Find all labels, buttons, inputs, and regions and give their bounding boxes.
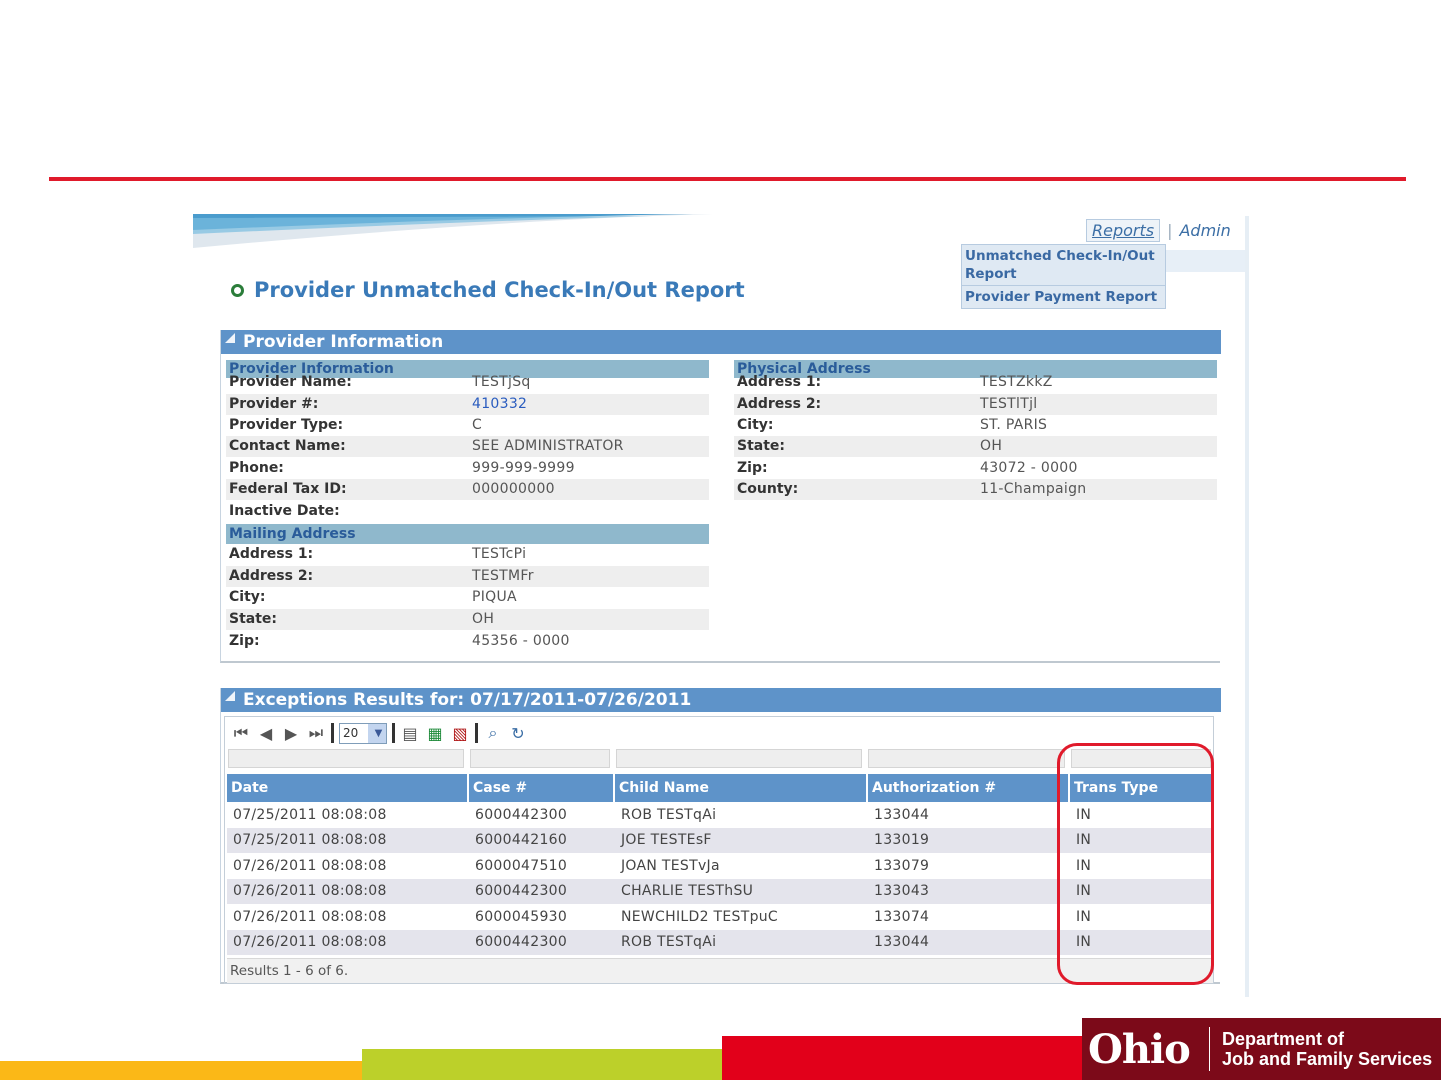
- nav-admin[interactable]: Admin: [1179, 221, 1230, 240]
- cell-case: 6000047510: [475, 858, 568, 874]
- exceptions-panel-header: Exceptions Results for: 07/17/2011-07/26…: [221, 688, 1221, 712]
- cell-date: 07/25/2011 08:08:08: [233, 807, 387, 823]
- trans-type-highlight-callout: [1057, 743, 1214, 985]
- field-contact-name: Contact Name: SEE ADMINISTRATOR: [226, 436, 709, 457]
- field-federal-tax-id: Federal Tax ID: 000000000: [226, 479, 709, 500]
- cell-child-name: NEWCHILD2 TESTpuC: [621, 909, 779, 925]
- cell-date: 07/26/2011 08:08:08: [233, 858, 387, 874]
- field-physical-county: County: 11-Champaign: [734, 479, 1217, 500]
- cell-case: 6000045930: [475, 909, 568, 925]
- field-inactive-date: Inactive Date:: [229, 503, 340, 519]
- cell-child-name: JOAN TESTvJa: [621, 858, 720, 874]
- cell-case: 6000442300: [475, 883, 568, 899]
- previous-page-icon[interactable]: ◀: [256, 723, 276, 743]
- field-physical-zip: Zip: 43072 - 0000: [737, 460, 1078, 476]
- field-mailing-city: City: PIQUA: [229, 589, 517, 605]
- cell-child-name: CHARLIE TESThSU: [621, 883, 754, 899]
- column-header-case[interactable]: Case #: [469, 774, 615, 802]
- field-mailing-state: State: OH: [226, 609, 709, 630]
- field-physical-address1: Address 1: TESTZkkZ: [737, 374, 1053, 390]
- cell-child-name: JOE TESTEsF: [621, 832, 712, 848]
- logo-divider: [1209, 1027, 1210, 1071]
- filter-date[interactable]: [228, 749, 464, 768]
- department-name: Department of Job and Family Services: [1222, 1029, 1432, 1069]
- provider-number-link[interactable]: 410332: [472, 394, 527, 415]
- cell-authorization: 133044: [874, 934, 930, 950]
- cell-child-name: ROB TESTqAi: [621, 807, 717, 823]
- cell-date: 07/25/2011 08:08:08: [233, 832, 387, 848]
- slide-red-rule: [49, 177, 1406, 181]
- toolbar-separator: [331, 723, 334, 743]
- export-pdf-icon[interactable]: ▧: [450, 723, 470, 743]
- department-line1: Department of: [1222, 1029, 1345, 1049]
- cell-authorization: 133019: [874, 832, 930, 848]
- cell-case: 6000442160: [475, 832, 568, 848]
- next-page-icon[interactable]: ▶: [281, 723, 301, 743]
- menu-item-unmatched-report[interactable]: Unmatched Check-In/Out Report: [962, 245, 1165, 285]
- refresh-icon[interactable]: ↻: [508, 723, 528, 743]
- field-physical-city: City: ST. PARIS: [737, 417, 1048, 433]
- field-physical-address2: Address 2: TESTlTjl: [734, 394, 1217, 415]
- top-nav: Reports | Admin: [1086, 218, 1231, 242]
- collapse-corner-icon[interactable]: [225, 691, 235, 701]
- column-header-date[interactable]: Date: [227, 774, 469, 802]
- cell-authorization: 133074: [874, 909, 930, 925]
- footer-band-red: [722, 1036, 1082, 1080]
- toolbar-separator: [392, 723, 395, 743]
- cell-authorization: 133043: [874, 883, 930, 899]
- field-mailing-address1: Address 1: TESTcPi: [229, 546, 527, 562]
- odjfs-logo: Ohio Department of Job and Family Servic…: [1082, 1018, 1441, 1080]
- collapse-corner-icon[interactable]: [225, 333, 235, 343]
- page-title: Provider Unmatched Check-In/Out Report: [231, 278, 745, 302]
- provider-panel-header: Provider Information: [221, 330, 1221, 354]
- filter-authorization[interactable]: [868, 749, 1065, 768]
- mailing-address-subheader: Mailing Address: [226, 524, 709, 544]
- footer-band-yellow: [0, 1061, 362, 1080]
- cell-case: 6000442300: [475, 807, 568, 823]
- export-text-icon[interactable]: ▤: [400, 723, 420, 743]
- nav-separator: |: [1167, 220, 1173, 240]
- field-mailing-address2: Address 2: TESTMFr: [226, 566, 709, 587]
- screenshot-edge: [1245, 216, 1249, 997]
- filter-child-name[interactable]: [616, 749, 862, 768]
- field-phone: Phone: 999-999-9999: [229, 460, 575, 476]
- field-mailing-zip: Zip: 45356 - 0000: [229, 633, 570, 649]
- cell-authorization: 133044: [874, 807, 930, 823]
- field-provider-number: Provider #: 410332: [226, 394, 709, 415]
- column-header-child-name[interactable]: Child Name: [615, 774, 868, 802]
- toolbar-separator: [475, 723, 478, 743]
- export-excel-icon[interactable]: ▦: [425, 723, 445, 743]
- header-swoosh: [193, 214, 713, 248]
- cell-case: 6000442300: [475, 934, 568, 950]
- field-provider-type: Provider Type: C: [229, 417, 483, 433]
- column-header-authorization[interactable]: Authorization #: [868, 774, 1070, 802]
- menu-item-payment-report[interactable]: Provider Payment Report: [962, 285, 1165, 308]
- ohio-wordmark: Ohio: [1088, 1025, 1191, 1073]
- cell-authorization: 133079: [874, 858, 930, 874]
- footer-band-green: [362, 1049, 722, 1080]
- field-provider-name: Provider Name: TESTjSq: [229, 374, 531, 390]
- reports-dropdown-menu: Unmatched Check-In/Out Report Provider P…: [961, 244, 1166, 309]
- cell-date: 07/26/2011 08:08:08: [233, 934, 387, 950]
- last-page-icon[interactable]: ⏭: [306, 723, 326, 743]
- department-line2: Job and Family Services: [1222, 1049, 1433, 1069]
- provider-info-panel: Provider Information Provider Informatio…: [220, 330, 1221, 663]
- bullet-ring-icon: [231, 283, 244, 297]
- cell-child-name: ROB TESTqAi: [621, 934, 717, 950]
- field-physical-state: State: OH: [734, 436, 1217, 457]
- first-page-icon[interactable]: ⏮: [231, 723, 251, 743]
- chevron-down-icon[interactable]: ▼: [368, 723, 386, 743]
- exceptions-panel-title: Exceptions Results for: 07/17/2011-07/26…: [243, 690, 692, 710]
- cell-date: 07/26/2011 08:08:08: [233, 883, 387, 899]
- nav-reports[interactable]: Reports: [1086, 218, 1161, 242]
- page-size-select[interactable]: 20 ▼: [339, 722, 387, 744]
- dropdown-strip: [1166, 250, 1246, 272]
- cell-date: 07/26/2011 08:08:08: [233, 909, 387, 925]
- grid-toolbar: ⏮ ◀ ▶ ⏭ 20 ▼ ▤ ▦ ▧ ⌕ ↻: [231, 719, 528, 747]
- page-title-text: Provider Unmatched Check-In/Out Report: [254, 278, 745, 302]
- page-size-value: 20: [343, 726, 359, 740]
- filter-case[interactable]: [470, 749, 610, 768]
- search-icon[interactable]: ⌕: [483, 723, 503, 743]
- provider-panel-title: Provider Information: [243, 332, 444, 352]
